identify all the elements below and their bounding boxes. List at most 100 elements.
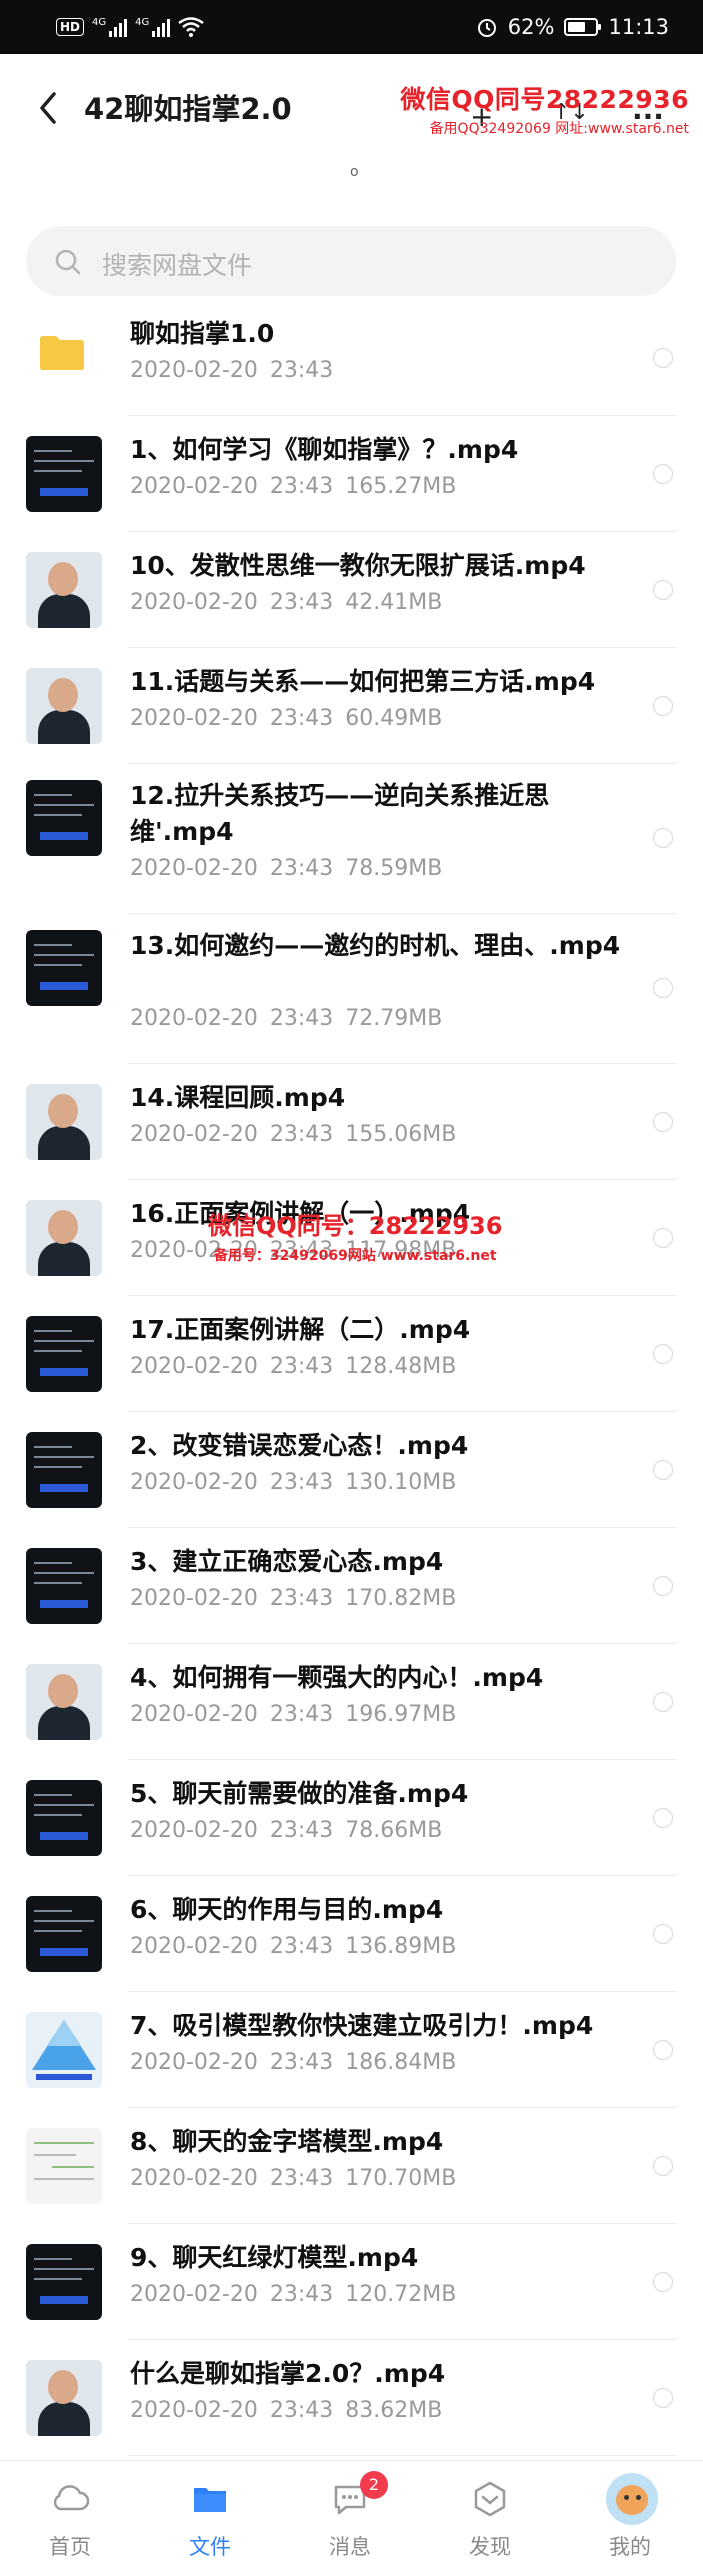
folder-icon xyxy=(40,336,84,370)
file-time: 23:43 xyxy=(269,1470,334,1495)
file-size: 155.06MB xyxy=(345,1122,457,1147)
file-time: 23:43 xyxy=(269,1006,334,1031)
select-checkbox[interactable] xyxy=(653,1576,673,1596)
select-checkbox[interactable] xyxy=(653,2156,673,2176)
file-row[interactable]: 什么是聊如指掌2.0？.mp4 2020-02-20 23:43 83.62MB xyxy=(0,2340,703,2456)
select-checkbox[interactable] xyxy=(653,348,673,368)
select-checkbox[interactable] xyxy=(653,1344,673,1364)
file-meta: 2020-02-20 23:43 60.49MB xyxy=(130,706,454,731)
file-name: 17.正面案例讲解（二）.mp4 xyxy=(130,1315,471,1344)
select-checkbox[interactable] xyxy=(653,1924,673,1944)
file-row[interactable]: 14.课程回顾.mp4 2020-02-20 23:43 155.06MB xyxy=(0,1064,703,1180)
file-row[interactable]: 6、聊天的作用与目的.mp4 2020-02-20 23:43 136.89MB xyxy=(0,1876,703,1992)
cloud-icon xyxy=(53,2485,90,2511)
file-row[interactable]: 7、吸引模型教你快速建立吸引力！.mp4 2020-02-20 23:43 186.8… xyxy=(0,1992,703,2108)
file-name: 1、如何学习《聊如指掌》？.mp4 xyxy=(130,435,519,464)
select-checkbox[interactable] xyxy=(653,1112,673,1132)
file-name: 什么是聊如指掌2.0？.mp4 xyxy=(130,2359,446,2388)
tab-discover[interactable]: 发现 xyxy=(420,2461,560,2560)
tab-files[interactable]: 文件 xyxy=(140,2461,280,2560)
file-time: 23:43 xyxy=(269,1354,334,1379)
file-size: 117.98MB xyxy=(345,1238,457,1263)
tab-label: 发现 xyxy=(469,2535,511,2559)
file-meta: 2020-02-20 23:43 117.98MB xyxy=(130,1238,468,1263)
select-checkbox[interactable] xyxy=(653,978,673,998)
back-arrow-icon[interactable] xyxy=(34,88,62,128)
file-name: 16.正面案例讲解（一）.mp4 xyxy=(130,1199,471,1228)
status-bar: HD 4G 4G 62% 11:13 xyxy=(0,0,703,54)
file-name: 2、改变错误恋爱心态！.mp4 xyxy=(130,1431,469,1460)
battery-icon xyxy=(564,18,602,36)
file-row[interactable]: 10、发散性思维一教你无限扩展话.mp4 2020-02-20 23:43 42.41… xyxy=(0,532,703,648)
tab-messages[interactable]: 2 消息 xyxy=(280,2461,420,2560)
select-checkbox[interactable] xyxy=(653,2272,673,2292)
file-name: 4、如何拥有一颗强大的内心！.mp4 xyxy=(130,1663,544,1692)
wifi-icon xyxy=(178,17,205,37)
file-size: 136.89MB xyxy=(345,1934,457,1959)
file-name: 11.话题与关系——如何把第三方话.mp4 xyxy=(130,667,596,696)
file-row[interactable]: 17.正面案例讲解（二）.mp4 2020-02-20 23:43 128.48MB xyxy=(0,1296,703,1412)
file-meta: 2020-02-20 23:43 170.70MB xyxy=(130,2166,468,2191)
file-row[interactable]: 16.正面案例讲解（一）.mp4 2020-02-20 23:43 117.98MB xyxy=(0,1180,703,1296)
video-thumbnail xyxy=(26,930,102,1006)
file-time: 23:43 xyxy=(269,856,334,881)
file-row[interactable]: 9、聊天红绿灯模型.mp4 2020-02-20 23:43 120.72MB xyxy=(0,2224,703,2340)
folder-row[interactable]: 聊如指掌1.0 2020-02-20 23:43 xyxy=(0,300,703,416)
file-row[interactable]: 11.话题与关系——如何把第三方话.mp4 2020-02-20 23:43 60.4… xyxy=(0,648,703,764)
file-name: 5、聊天前需要做的准备.mp4 xyxy=(130,1779,469,1808)
video-thumbnail xyxy=(26,2360,102,2436)
file-date: 2020-02-20 xyxy=(130,1702,258,1727)
file-row[interactable]: 8、聊天的金字塔模型.mp4 2020-02-20 23:43 170.70MB xyxy=(0,2108,703,2224)
file-meta: 2020-02-20 23:43 155.06MB xyxy=(130,1122,468,1147)
file-row[interactable]: 2、改变错误恋爱心态！.mp4 2020-02-20 23:43 130.10MB xyxy=(0,1412,703,1528)
signal-icon: 4G xyxy=(135,17,171,37)
select-checkbox[interactable] xyxy=(653,1460,673,1480)
file-time: 23:43 xyxy=(269,1934,334,1959)
select-checkbox[interactable] xyxy=(653,1228,673,1248)
file-name: 3、建立正确恋爱心态.mp4 xyxy=(130,1547,444,1576)
select-checkbox[interactable] xyxy=(653,828,673,848)
select-checkbox[interactable] xyxy=(653,1808,673,1828)
select-checkbox[interactable] xyxy=(653,2388,673,2408)
file-date: 2020-02-20 xyxy=(130,1006,258,1031)
file-row[interactable]: 1、如何学习《聊如指掌》？.mp4 2020-02-20 23:43 165.27MB xyxy=(0,416,703,532)
file-size: 78.59MB xyxy=(345,856,443,881)
file-row[interactable]: 12.拉升关系技巧——逆向关系推近思维'.mp4 2020-02-20 23:43 7… xyxy=(0,764,703,914)
file-meta: 2020-02-20 23:43 170.82MB xyxy=(130,1586,468,1611)
file-row[interactable]: 5、聊天前需要做的准备.mp4 2020-02-20 23:43 78.66MB xyxy=(0,1760,703,1876)
search-input[interactable]: 搜索网盘文件 xyxy=(26,226,676,296)
file-meta: 2020-02-20 23:43 42.41MB xyxy=(130,590,454,615)
file-size: 128.48MB xyxy=(345,1354,457,1379)
select-checkbox[interactable] xyxy=(653,2040,673,2060)
file-time: 23:43 xyxy=(269,1702,334,1727)
video-thumbnail xyxy=(26,1084,102,1160)
nav-header: 42聊如指掌2.0 + ↑↓ ··· 微信QQ同号28222936 备用QQ32… xyxy=(0,54,703,162)
hd-icon: HD xyxy=(56,18,85,36)
file-date: 2020-02-20 xyxy=(130,2398,258,2423)
tab-profile[interactable]: 我的 xyxy=(560,2461,700,2560)
file-meta: 2020-02-20 23:43 120.72MB xyxy=(130,2282,468,2307)
tiny-mark: o xyxy=(350,164,359,180)
tab-label: 我的 xyxy=(609,2535,651,2559)
alarm-icon xyxy=(477,19,496,37)
select-checkbox[interactable] xyxy=(653,580,673,600)
file-meta: 2020-02-20 23:43 83.62MB xyxy=(130,2398,454,2423)
select-checkbox[interactable] xyxy=(653,1692,673,1712)
file-time: 23:43 xyxy=(269,1122,334,1147)
file-time: 23:43 xyxy=(269,474,334,499)
file-row[interactable]: 4、如何拥有一颗强大的内心！.mp4 2020-02-20 23:43 196.97M… xyxy=(0,1644,703,1760)
file-meta: 2020-02-20 23:43 78.59MB xyxy=(130,856,454,881)
file-row[interactable]: 3、建立正确恋爱心态.mp4 2020-02-20 23:43 170.82MB xyxy=(0,1528,703,1644)
tab-home[interactable]: 首页 xyxy=(0,2461,140,2560)
tab-label: 文件 xyxy=(189,2535,231,2559)
file-time: 23:43 xyxy=(269,1238,334,1263)
select-checkbox[interactable] xyxy=(653,696,673,716)
select-checkbox[interactable] xyxy=(653,464,673,484)
file-meta: 2020-02-20 23:43 xyxy=(130,358,357,383)
file-time: 23:43 xyxy=(269,2398,334,2423)
file-date: 2020-02-20 xyxy=(130,706,258,731)
file-size: 165.27MB xyxy=(345,474,457,499)
signal-icon: 4G xyxy=(92,17,128,37)
file-row[interactable]: 13.如何邀约——邀约的时机、理由、.mp4 2020-02-20 23:43 72.… xyxy=(0,914,703,1064)
video-thumbnail xyxy=(26,1432,102,1508)
